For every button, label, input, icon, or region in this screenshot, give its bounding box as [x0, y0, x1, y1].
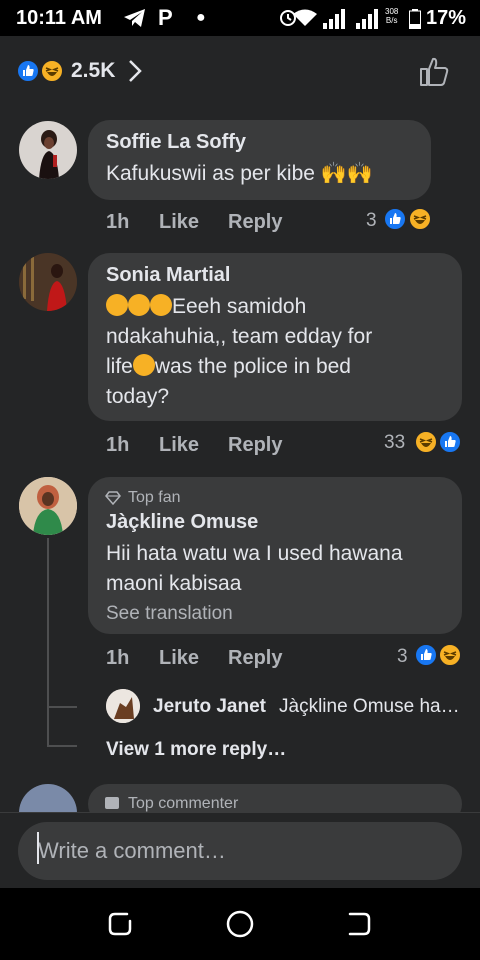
- comment-reaction-count[interactable]: 33: [384, 432, 405, 454]
- see-translation-link[interactable]: See translation: [106, 603, 233, 625]
- reply-button[interactable]: Reply: [228, 647, 282, 670]
- back-icon[interactable]: [344, 909, 374, 939]
- net-speed: 308 B/s: [385, 7, 399, 25]
- signal-2-icon: [356, 9, 378, 29]
- like-post-button[interactable]: [418, 56, 450, 88]
- telegram-icon: [124, 9, 145, 27]
- recent-apps-icon[interactable]: [105, 909, 135, 939]
- thread-line: [47, 538, 49, 746]
- comment-author[interactable]: Jàçkline Omuse: [106, 511, 258, 534]
- battery-percent: 17%: [426, 7, 467, 29]
- app-notification-glyph: P: [158, 5, 173, 30]
- comment-time: 1h: [106, 211, 130, 233]
- haha-icon: [408, 207, 432, 231]
- reply-button[interactable]: Reply: [228, 434, 282, 457]
- comment-text: Kafukuswii as per kibe 🙌🙌: [106, 162, 374, 185]
- wifi-icon: [293, 9, 317, 26]
- system-nav-bar: [0, 888, 480, 960]
- like-icon: [414, 643, 438, 667]
- view-more-replies-link[interactable]: View 1 more reply…: [106, 739, 286, 761]
- reply-button[interactable]: Reply: [228, 211, 282, 234]
- haha-icon: [414, 430, 438, 454]
- like-icon: [383, 207, 407, 231]
- top-commenter-icon: [105, 797, 119, 809]
- reply-text[interactable]: Jàçkline Omuse ha…: [279, 692, 460, 722]
- like-button[interactable]: Like: [159, 434, 199, 457]
- comment-input[interactable]: [18, 822, 462, 880]
- comment-time: 1h: [106, 434, 130, 456]
- comment-text: Eeeh samidoh ndakahuhia,, team edday for…: [106, 294, 373, 408]
- top-commenter-badge: Top commenter: [128, 795, 239, 812]
- haha-icon: [438, 643, 462, 667]
- comment-time: 1h: [106, 647, 130, 669]
- comment-reaction-count[interactable]: 3: [366, 210, 377, 232]
- comment-text: Hii hata watu wa I used hawana maoni kab…: [106, 542, 403, 595]
- haha-icon: [40, 59, 64, 83]
- like-icon: [16, 59, 40, 83]
- like-icon: [438, 430, 462, 454]
- notification-dot-icon: ●: [196, 9, 206, 26]
- tears-of-joy-emoji-icon: [106, 294, 128, 316]
- kissing-heart-emoji-icon: [132, 354, 155, 376]
- avatar[interactable]: [19, 477, 77, 535]
- thread-connector: [47, 745, 77, 747]
- home-icon[interactable]: [224, 908, 256, 940]
- reaction-summary[interactable]: 2.5K: [0, 36, 480, 112]
- tears-of-joy-emoji-icon: [128, 294, 150, 316]
- thread-connector: [47, 706, 77, 708]
- comment-author[interactable]: Sonia Martial: [106, 264, 230, 287]
- reaction-total: 2.5K: [71, 59, 116, 82]
- comment-author[interactable]: Soffie La Soffy: [106, 131, 246, 154]
- tears-of-joy-emoji-icon: [150, 294, 172, 316]
- like-button[interactable]: Like: [159, 647, 199, 670]
- comment-composer: [0, 812, 480, 888]
- chevron-right-icon: [129, 60, 142, 82]
- top-fan-badge: Top fan: [128, 489, 181, 506]
- text-caret: [37, 832, 39, 864]
- avatar[interactable]: [19, 121, 77, 179]
- status-bar: 10:11 AM P ● 308 B/s 17%: [0, 0, 480, 36]
- comment-reaction-count[interactable]: 3: [397, 646, 408, 668]
- reply-author[interactable]: Jeruto Janet: [153, 696, 266, 718]
- like-button[interactable]: Like: [159, 211, 199, 234]
- diamond-icon: [105, 491, 121, 505]
- avatar[interactable]: [19, 253, 77, 311]
- avatar[interactable]: [106, 689, 140, 723]
- battery-icon: [409, 9, 421, 29]
- signal-1-icon: [323, 9, 345, 29]
- status-time: 10:11 AM: [16, 7, 102, 29]
